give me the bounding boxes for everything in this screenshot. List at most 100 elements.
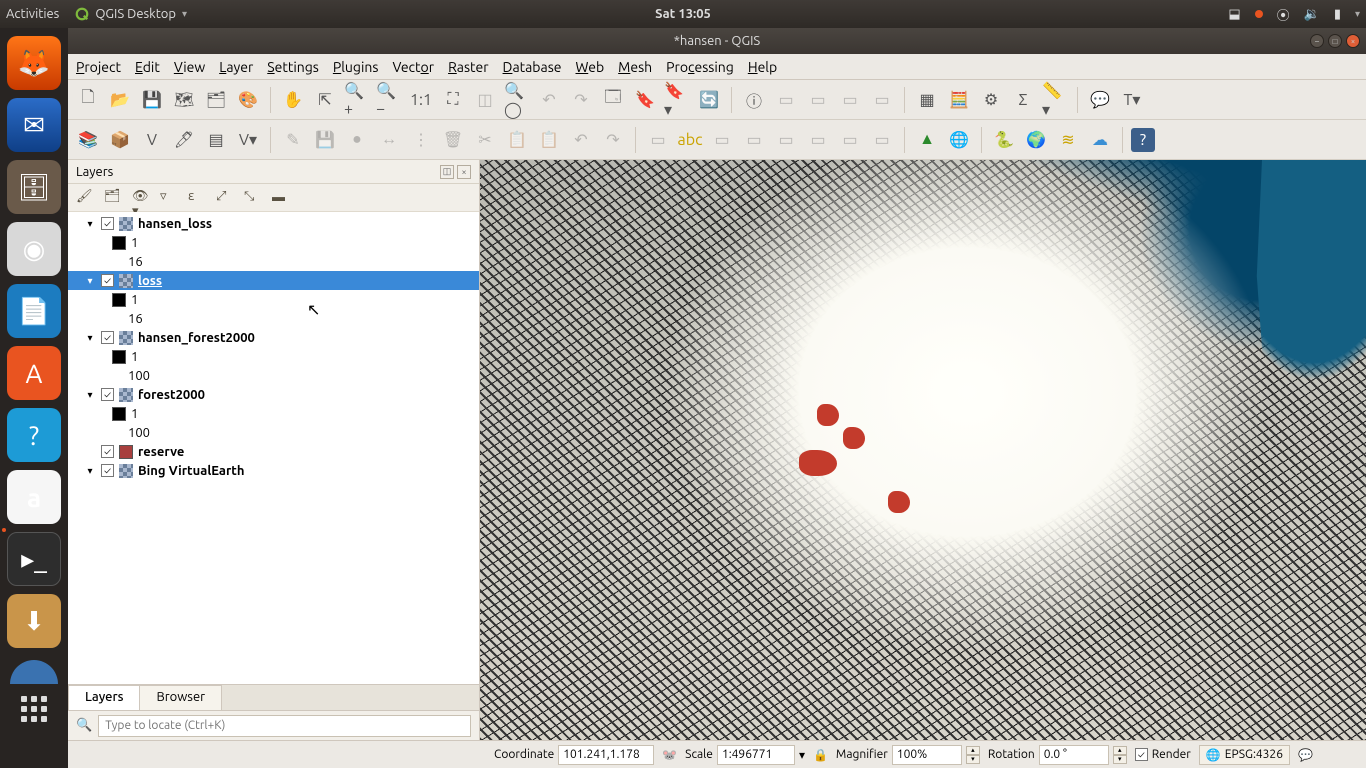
add-group-button[interactable]: 🗂 [104,189,122,207]
tab-browser[interactable]: Browser [139,685,222,710]
new-shapefile-button[interactable]: V [138,126,166,154]
expander-icon[interactable]: ▾ [84,465,96,477]
redo-button[interactable]: ↷ [599,126,627,154]
launcher-files[interactable]: 🗄 [7,160,61,214]
zoom-native-button[interactable]: 1:1 [407,86,435,114]
menu-help[interactable]: Help [748,59,777,75]
stats-button[interactable]: Σ [1009,86,1037,114]
maptips-button[interactable]: 💬 [1086,86,1114,114]
new-project-button[interactable]: 🗋 [74,86,102,114]
select-value-button[interactable]: ▭ [836,86,864,114]
battery-icon[interactable]: ▮ [1334,7,1341,22]
layer-visibility-checkbox[interactable]: ✓ [101,445,114,458]
network-icon[interactable]: ⦿ [1277,5,1290,24]
launcher-amazon[interactable]: a [7,470,61,524]
plugin-globe-button[interactable]: 🌍 [1022,126,1050,154]
new-mesh-button[interactable]: ▤ [202,126,230,154]
python-console-button[interactable]: 🐍 [990,126,1018,154]
action-run-button[interactable]: ▭ [772,86,800,114]
window-titlebar[interactable]: *hansen - QGIS – □ × [68,28,1366,54]
style-manager-button[interactable]: 🎨 [234,86,262,114]
launcher-firefox[interactable]: 🦊 [7,36,61,90]
system-menu-chevron-icon[interactable]: ▾ [1355,8,1360,20]
layer-visibility-checkbox[interactable]: ✓ [101,331,114,344]
visibility-button[interactable]: 👁▾ [132,189,150,207]
expand-all-button[interactable]: ⤢ [216,189,234,207]
locator-input[interactable] [98,715,471,737]
zoom-out-button[interactable]: 🔍− [375,86,403,114]
annotation-button[interactable]: T▾ [1118,86,1146,114]
save-project-button[interactable]: 💾 [138,86,166,114]
new-bookmark-button[interactable]: 🔖 [631,86,659,114]
toggle-editing-button[interactable]: ✎ [279,126,307,154]
open-project-button[interactable]: 📂 [106,86,134,114]
show-bookmarks-button[interactable]: 🔖▾ [663,86,691,114]
field-calc-button[interactable]: 🧮 [945,86,973,114]
rot-up[interactable]: ▴ [1113,746,1127,755]
window-maximize-button[interactable]: □ [1328,34,1342,48]
window-close-button[interactable]: × [1346,34,1360,48]
move-feature-button[interactable]: ↔ [375,126,403,154]
scale-dropdown-icon[interactable]: ▾ [799,748,805,762]
zoom-in-button[interactable]: 🔍+ [343,86,371,114]
data-source-manager-button[interactable]: 📚 [74,126,102,154]
new-virtual-button[interactable]: V▾ [234,126,262,154]
dropbox-indicator-icon[interactable]: ⬓ [1228,7,1240,22]
menu-vector[interactable]: Vector [392,59,434,75]
zoom-next-button[interactable]: ↷ [567,86,595,114]
scale-field[interactable] [717,745,795,765]
menu-layer[interactable]: Layer [219,59,253,75]
show-applications[interactable] [21,696,47,722]
open-attr-table-button[interactable]: ▦ [913,86,941,114]
layer-visibility-checkbox[interactable]: ✓ [101,388,114,401]
layer-style-button[interactable]: 🖌 [76,189,94,207]
layer-row-hansen_forest2000[interactable]: ▾✓hansen_forest2000 [68,328,479,347]
dig-extra-2[interactable]: ▭ [708,126,736,154]
layer-tree[interactable]: ▾✓hansen_loss116▾✓loss116▾✓hansen_forest… [68,212,479,684]
volume-icon[interactable]: 🔉 [1304,7,1320,22]
rot-down[interactable]: ▾ [1113,755,1127,764]
select-feature-button[interactable]: ▭ [804,86,832,114]
pan-to-selection-button[interactable]: ⇱ [311,86,339,114]
node-tool-button[interactable]: ⋮ [407,126,435,154]
launcher-thunderbird[interactable]: ✉ [7,98,61,152]
dig-extra-7[interactable]: ▭ [868,126,896,154]
launcher-downloads[interactable]: ⬇ [7,594,61,648]
mag-up[interactable]: ▴ [966,746,980,755]
paste-button[interactable]: 📋 [535,126,563,154]
show-layout-manager-button[interactable]: 🗂 [202,86,230,114]
magnifier-field[interactable] [892,745,962,765]
panel-close-button[interactable]: × [457,165,471,179]
new-print-layout-button[interactable]: 🗺 [170,86,198,114]
add-feature-button[interactable]: ● [343,126,371,154]
collapse-all-button[interactable]: ⤡ [244,189,262,207]
copy-button[interactable]: 📋 [503,126,531,154]
launcher-writer[interactable]: 📄 [7,284,61,338]
menu-edit[interactable]: Edit [135,59,160,75]
toggle-extents-icon[interactable]: 🐭 [662,748,677,762]
menu-settings[interactable]: Settings [267,59,319,75]
menu-view[interactable]: View [174,59,205,75]
layer-row-loss[interactable]: ▾✓loss [68,271,479,290]
layer-visibility-checkbox[interactable]: ✓ [101,217,114,230]
panel-undock-button[interactable]: ◫ [440,165,454,179]
menu-mesh[interactable]: Mesh [618,59,652,75]
launcher-help[interactable]: ? [7,408,61,462]
layer-row-Bing VirtualEarth[interactable]: ▾✓Bing VirtualEarth [68,461,479,480]
window-minimize-button[interactable]: – [1310,34,1324,48]
launcher-partial-icon[interactable] [10,660,58,684]
delete-selected-button[interactable]: 🗑 [439,126,467,154]
filter-legend-button[interactable]: ▿ [160,189,178,207]
active-app-menu[interactable]: QGIS Desktop ▾ [75,7,187,21]
clock[interactable]: Sat 13:05 [655,7,711,21]
launcher-terminal[interactable]: ▸_ [7,532,61,586]
coord-field[interactable] [558,745,654,765]
mag-down[interactable]: ▾ [966,755,980,764]
layer-row-hansen_loss[interactable]: ▾✓hansen_loss [68,214,479,233]
remove-layer-button[interactable]: ▬ [272,189,290,207]
plugin-grass-button[interactable]: ≋ [1054,126,1082,154]
dig-extra-5[interactable]: ▭ [804,126,832,154]
menu-web[interactable]: Web [576,59,605,75]
dig-extra-6[interactable]: ▭ [836,126,864,154]
dig-extra-1[interactable]: ▭ [644,126,672,154]
